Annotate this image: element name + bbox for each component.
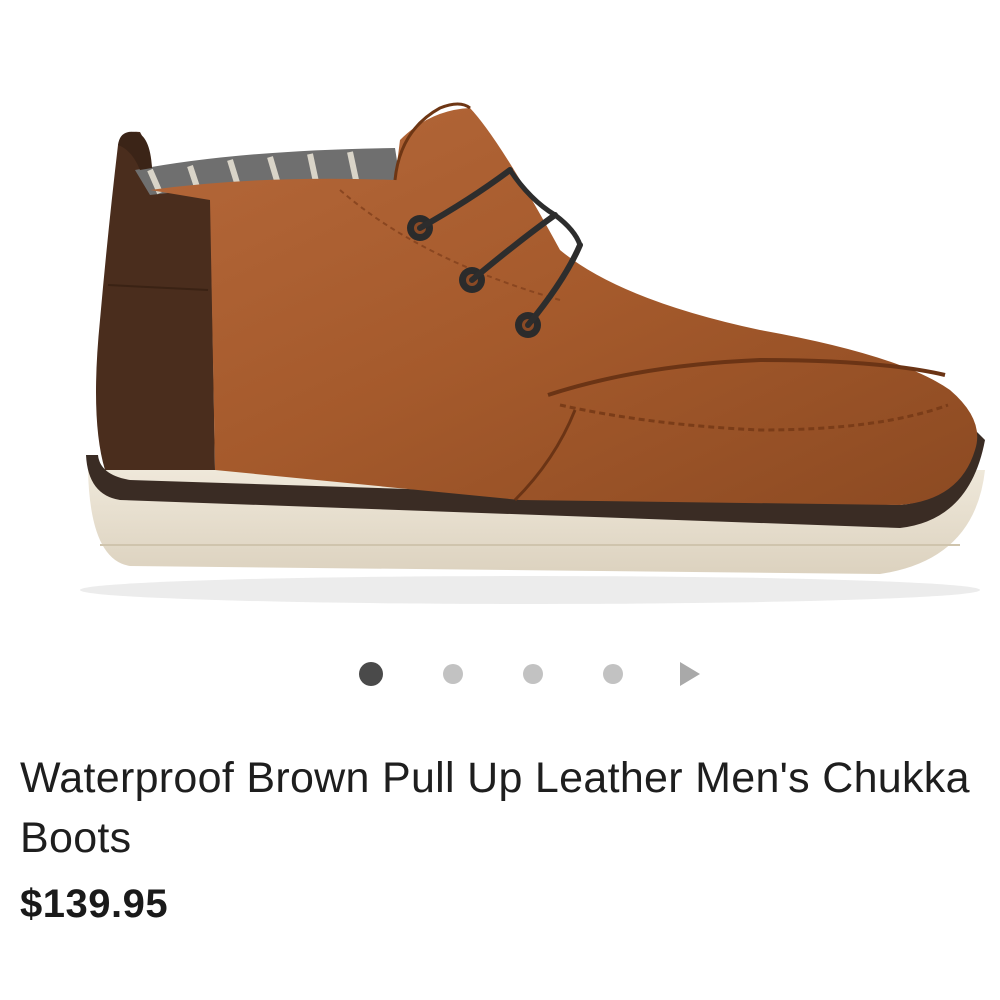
product-title: Waterproof Brown Pull Up Leather Men's C…: [20, 754, 970, 862]
carousel-dot-4[interactable]: [603, 664, 623, 684]
product-image[interactable]: [0, 0, 1000, 640]
carousel-dot-2[interactable]: [443, 664, 463, 684]
product-page: Waterproof Brown Pull Up Leather Men's C…: [0, 0, 1000, 1000]
image-carousel-indicator: [0, 655, 1000, 695]
carousel-dot-1[interactable]: [359, 662, 383, 686]
product-price: $139.95: [20, 882, 169, 926]
carousel-dot-3[interactable]: [523, 664, 543, 684]
boot-illustration: [80, 102, 985, 604]
play-arrow-icon[interactable]: [680, 662, 700, 686]
